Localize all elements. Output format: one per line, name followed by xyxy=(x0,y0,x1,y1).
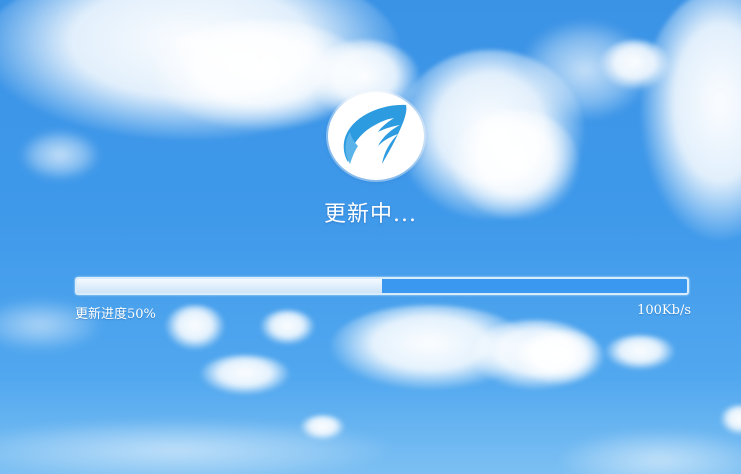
progress-bar xyxy=(75,277,689,295)
cloud-decoration xyxy=(515,330,605,385)
status-text: 更新中... xyxy=(324,202,417,227)
cloud-decoration xyxy=(520,20,650,120)
cloud-decoration xyxy=(605,335,675,370)
cloud-decoration xyxy=(165,305,225,350)
progress-bar-fill xyxy=(77,279,382,293)
cloud-decoration xyxy=(560,430,741,474)
cloud-decoration xyxy=(20,130,100,180)
download-speed: 100Kb/s xyxy=(637,303,691,318)
cloud-decoration xyxy=(200,355,290,395)
feather-sail-logo-icon xyxy=(343,104,407,164)
progress-label: 更新进度50% xyxy=(75,307,156,322)
cloud-decoration xyxy=(260,310,315,345)
app-logo xyxy=(328,92,424,180)
updater-window: 更新中... 更新进度50% 100Kb/s xyxy=(0,0,741,474)
cloud-decoration xyxy=(720,405,741,435)
